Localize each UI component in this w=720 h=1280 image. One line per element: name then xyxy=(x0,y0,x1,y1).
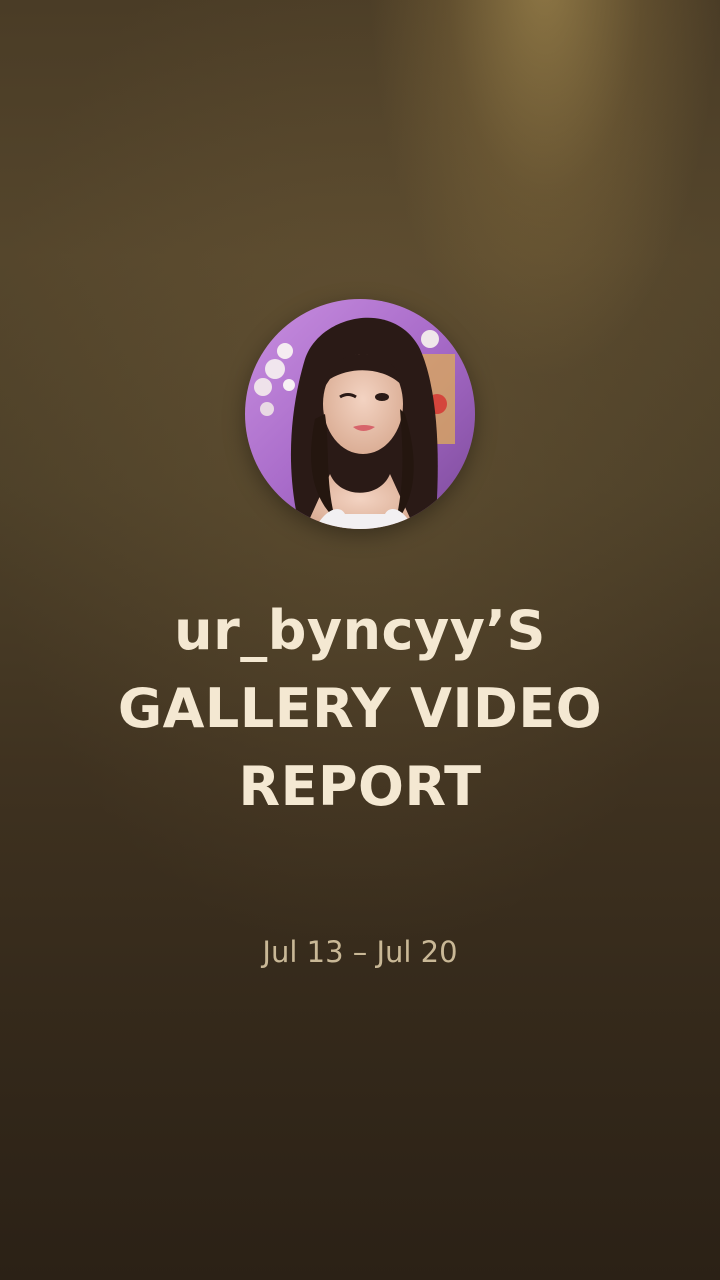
report-date-range: Jul 13 – Jul 20 xyxy=(262,935,458,969)
report-title-line-3: REPORT xyxy=(238,755,482,818)
avatar-portrait-image xyxy=(245,299,475,529)
report-title-line-2: GALLERY VIDEO xyxy=(117,677,603,740)
report-title-username: ur_byncyy’S xyxy=(174,599,546,662)
profile-avatar[interactable] xyxy=(245,299,475,529)
report-cover-screen: ur_byncyy’S GALLERY VIDEO REPORT Jul 13 … xyxy=(0,0,720,1280)
report-title: ur_byncyy’S GALLERY VIDEO REPORT xyxy=(40,592,680,826)
